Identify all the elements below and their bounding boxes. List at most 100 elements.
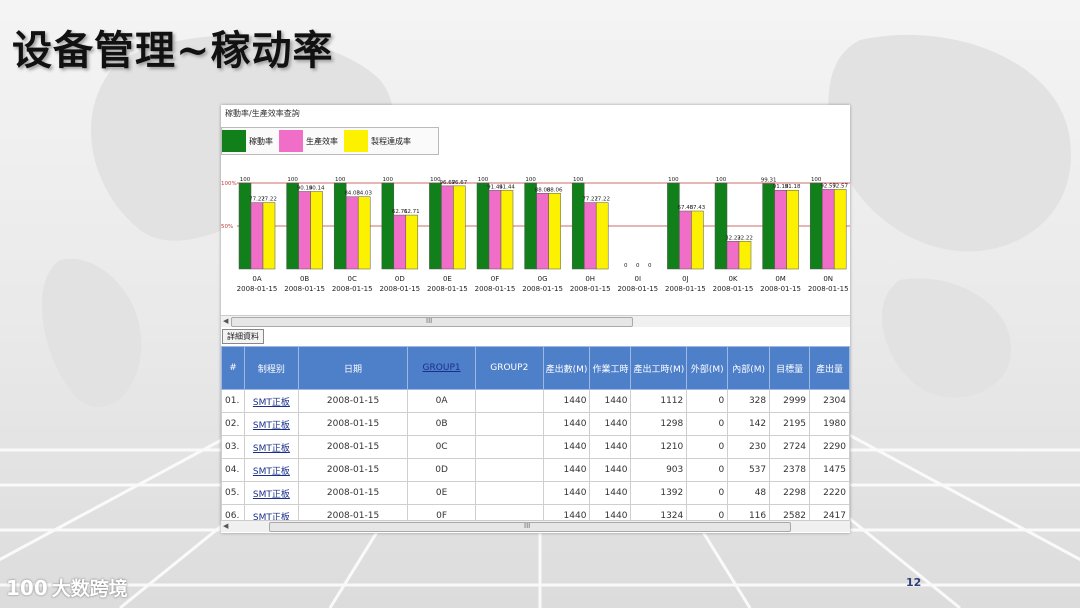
table-cell: 2220 — [809, 481, 850, 505]
bar — [524, 182, 537, 270]
table-cell: 2008-01-15 — [297, 504, 409, 520]
process-link[interactable]: SMT正板 — [243, 435, 299, 459]
column-header[interactable]: 制程别 — [243, 346, 299, 390]
table-cell: 1440 — [542, 481, 591, 505]
table-cell: 01. — [221, 389, 245, 413]
column-header[interactable]: 內部(M) — [727, 346, 771, 390]
reference-label: 100% — [221, 181, 237, 187]
bar — [548, 193, 561, 270]
legend-swatch — [344, 130, 368, 152]
bar — [500, 190, 514, 270]
column-header[interactable]: 產出工時(M) — [630, 346, 688, 390]
table-cell: 0A — [407, 389, 476, 413]
bar — [429, 182, 442, 270]
column-header[interactable]: GROUP2 — [474, 346, 544, 390]
table-cell: 2582 — [769, 504, 811, 520]
bar — [357, 196, 371, 270]
column-header[interactable]: 日期 — [297, 346, 409, 390]
bar-value-label: 0 — [636, 263, 640, 269]
table-cell: 1440 — [542, 389, 591, 413]
bar — [809, 182, 823, 270]
x-tick-date: 2008-01-15 — [379, 285, 420, 293]
bar — [286, 182, 299, 270]
scroll-left-arrow-icon[interactable]: ◀ — [223, 316, 228, 327]
scroll-left-arrow-icon[interactable]: ◀ — [223, 521, 228, 532]
column-header[interactable]: 產出數(M) — [542, 346, 591, 390]
table-cell: 0E — [407, 481, 476, 505]
column-header[interactable]: 目標量 — [769, 346, 811, 390]
logo-mark-icon: 100 — [6, 575, 48, 600]
slide-title: 设备管理~稼动率 — [12, 27, 334, 74]
bar — [298, 191, 311, 270]
column-header[interactable]: 作業工時 — [589, 346, 632, 390]
column-header[interactable]: 外部(M) — [686, 346, 729, 390]
table-cell: 903 — [630, 458, 688, 482]
table-row[interactable]: 04. SMT正板 2008-01-15 0D 1440 1440 903 0 537 2378 1… — [221, 458, 850, 482]
table-row[interactable]: 03. SMT正板 2008-01-15 0C 1440 1440 1210 0 230 2724… — [221, 435, 850, 459]
x-tick-label: 0N — [823, 275, 833, 283]
column-header[interactable]: # — [221, 346, 245, 390]
table-cell: 48 — [727, 481, 771, 505]
bar-value-label: 77.22 — [261, 197, 277, 203]
bar — [583, 202, 597, 270]
bar-value-label: 100 — [287, 177, 298, 183]
table-cell: 2298 — [769, 481, 811, 505]
chart-horizontal-scrollbar[interactable]: ◀ III — [221, 315, 850, 327]
logo-text: 大数跨境 — [51, 578, 128, 600]
bar — [595, 202, 609, 270]
bar-value-label: 0 — [648, 263, 652, 269]
bar-value-label: 90.14 — [309, 185, 325, 191]
table-row[interactable]: 05. SMT正板 2008-01-15 0E 1440 1440 1392 0 48 2298 2… — [221, 481, 850, 505]
scroll-grip: III — [426, 317, 433, 325]
table-row[interactable]: 01. SMT正板 2008-01-15 0A 1440 1440 1112 0 328 2999… — [221, 389, 850, 413]
x-tick-label: 0C — [348, 275, 357, 283]
x-tick-date: 2008-01-15 — [808, 285, 849, 293]
x-tick-label: 0K — [728, 275, 737, 283]
table-cell: 02. — [221, 412, 245, 436]
process-link[interactable]: SMT正板 — [243, 458, 299, 482]
scroll-thumb[interactable]: III — [231, 317, 633, 327]
table-cell: 06. — [221, 504, 245, 520]
bar — [833, 189, 847, 270]
column-header[interactable]: 產出量 — [809, 346, 850, 390]
brand-logo: 100 大数跨境 — [6, 574, 128, 601]
scroll-grip: III — [524, 522, 531, 530]
table-cell — [474, 412, 544, 436]
x-tick-date: 2008-01-15 — [522, 285, 563, 293]
table-row[interactable]: 02. SMT正板 2008-01-15 0B 1440 1440 1298 0 142 2195… — [221, 412, 850, 436]
detail-table: # 制程别 日期 GROUP1 GROUP2 產出數(M) 作業工時 產出工時(M) 外部(M)… — [221, 346, 850, 520]
table-cell: 1440 — [589, 412, 632, 436]
x-tick-label: 0J — [682, 275, 689, 283]
bar-value-label: 100 — [240, 177, 251, 183]
bar — [762, 183, 775, 270]
table-cell — [474, 458, 544, 482]
reference-label: 50% — [221, 224, 233, 230]
scroll-thumb[interactable]: III — [269, 522, 791, 532]
x-tick-label: 0H — [585, 275, 595, 283]
table-horizontal-scrollbar[interactable]: ◀ III — [221, 520, 850, 532]
table-cell: 2008-01-15 — [297, 389, 409, 413]
bar — [262, 202, 276, 270]
process-link[interactable]: SMT正板 — [243, 504, 299, 520]
bar — [310, 191, 323, 270]
table-cell: 1440 — [542, 412, 591, 436]
column-header[interactable]: GROUP1 — [407, 346, 476, 390]
bar-value-label: 96.67 — [452, 180, 468, 186]
table-cell: 537 — [727, 458, 771, 482]
tab-detail-data[interactable]: 詳細資料 — [222, 329, 264, 344]
process-link[interactable]: SMT正板 — [243, 389, 299, 413]
bar — [714, 182, 728, 270]
chart-legend: 稼動率 生產效率 製程達成率 — [221, 127, 439, 155]
bar-value-label: 62.71 — [404, 209, 420, 215]
bar-value-label: 84.03 — [356, 191, 372, 197]
page-number: 12 — [906, 576, 922, 589]
bar-value-label: 100 — [573, 177, 584, 183]
table-cell: 1324 — [630, 504, 688, 520]
table-cell: 2417 — [809, 504, 850, 520]
table-row[interactable]: 06. SMT正板 2008-01-15 0F 1440 1440 1324 0 116 2582… — [221, 504, 850, 520]
bar — [441, 185, 454, 270]
process-link[interactable]: SMT正板 — [243, 412, 299, 436]
process-link[interactable]: SMT正板 — [243, 481, 299, 505]
legend-label: 生產效率 — [306, 136, 338, 146]
bar-value-label: 100 — [525, 177, 536, 183]
